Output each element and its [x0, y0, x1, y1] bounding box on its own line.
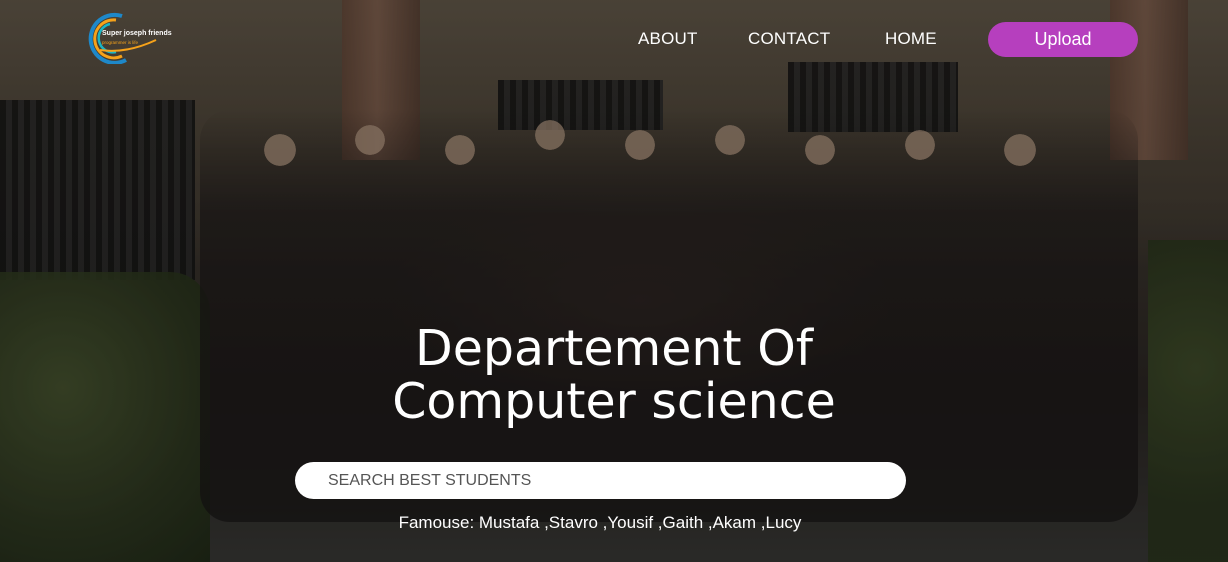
upload-button[interactable]: Upload: [988, 22, 1138, 57]
famous-students: Famouse: Mustafa ,Stavro ,Yousif ,Gaith …: [398, 513, 802, 532]
logo-title: Super joseph friends: [102, 30, 172, 37]
logo-swirl-icon: [88, 12, 157, 64]
brand-logo[interactable]: Super joseph friends programmer is life: [86, 10, 172, 64]
search-input[interactable]: [295, 462, 906, 499]
page-title-line2: Computer science: [392, 373, 836, 430]
logo-tagline: programmer is life: [102, 40, 139, 45]
nav-home[interactable]: HOME: [885, 29, 937, 49]
page-title: Departement Of Computer science: [0, 322, 1228, 428]
nav-contact[interactable]: CONTACT: [748, 29, 830, 49]
nav-about[interactable]: ABOUT: [638, 29, 698, 49]
page-title-line1: Departement Of: [414, 320, 814, 377]
